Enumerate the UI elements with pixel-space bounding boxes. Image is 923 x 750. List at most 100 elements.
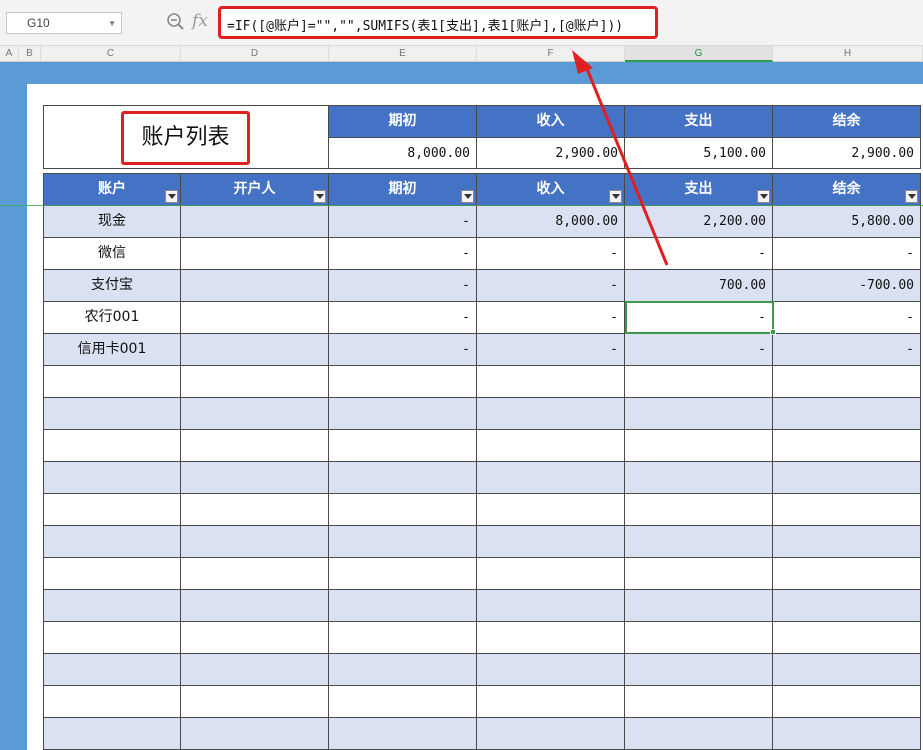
summary-value[interactable]: 2,900.00 bbox=[477, 138, 625, 169]
table-cell-owner[interactable] bbox=[181, 270, 329, 302]
table-cell-balance[interactable]: - bbox=[773, 302, 921, 334]
table-cell-opening[interactable]: - bbox=[329, 238, 477, 270]
table-cell-empty[interactable] bbox=[477, 622, 625, 654]
table-cell-empty[interactable] bbox=[477, 718, 625, 750]
table-cell-empty[interactable] bbox=[773, 654, 921, 686]
table-cell-income[interactable]: - bbox=[477, 302, 625, 334]
table-cell-empty[interactable] bbox=[477, 654, 625, 686]
table-cell-income[interactable]: - bbox=[477, 270, 625, 302]
table-cell-empty[interactable] bbox=[329, 526, 477, 558]
table-cell-owner[interactable] bbox=[181, 206, 329, 238]
table-cell-empty[interactable] bbox=[477, 494, 625, 526]
table-cell-empty[interactable] bbox=[773, 366, 921, 398]
function-icon[interactable]: fx bbox=[192, 11, 208, 31]
table-cell-empty[interactable] bbox=[329, 398, 477, 430]
table-cell-empty[interactable] bbox=[625, 654, 773, 686]
filter-dropdown-icon[interactable] bbox=[757, 190, 770, 203]
name-box[interactable]: G10 ▼ bbox=[6, 12, 122, 34]
table-cell-empty[interactable] bbox=[329, 686, 477, 718]
table-cell-empty[interactable] bbox=[43, 398, 181, 430]
table-cell-empty[interactable] bbox=[477, 398, 625, 430]
table-cell-balance[interactable]: 5,800.00 bbox=[773, 206, 921, 238]
table-cell-empty[interactable] bbox=[181, 526, 329, 558]
table-cell-empty[interactable] bbox=[773, 494, 921, 526]
table-cell-income[interactable]: - bbox=[477, 334, 625, 366]
table-cell-empty[interactable] bbox=[477, 558, 625, 590]
table-cell-empty[interactable] bbox=[773, 430, 921, 462]
table-cell-empty[interactable] bbox=[625, 430, 773, 462]
column-header-g[interactable]: G bbox=[625, 46, 773, 62]
table-cell-expense[interactable]: - bbox=[625, 334, 773, 366]
table-cell-empty[interactable] bbox=[43, 558, 181, 590]
table-cell-empty[interactable] bbox=[181, 430, 329, 462]
table-cell-account[interactable]: 信用卡001 bbox=[43, 334, 181, 366]
table-cell-empty[interactable] bbox=[477, 462, 625, 494]
table-cell-empty[interactable] bbox=[43, 622, 181, 654]
table-cell-empty[interactable] bbox=[625, 590, 773, 622]
filter-dropdown-icon[interactable] bbox=[905, 190, 918, 203]
formula-input[interactable]: =IF([@账户]="","",SUMIFS(表1[支出],表1[账户],[@账… bbox=[218, 6, 658, 39]
table-cell-empty[interactable] bbox=[181, 622, 329, 654]
table-cell-empty[interactable] bbox=[329, 622, 477, 654]
filter-dropdown-icon[interactable] bbox=[313, 190, 326, 203]
table-cell-empty[interactable] bbox=[625, 686, 773, 718]
table-cell-empty[interactable] bbox=[43, 526, 181, 558]
table-cell-income[interactable]: 8,000.00 bbox=[477, 206, 625, 238]
table-cell-owner[interactable] bbox=[181, 238, 329, 270]
table-cell-opening[interactable]: - bbox=[329, 302, 477, 334]
table-cell-empty[interactable] bbox=[773, 398, 921, 430]
column-header-c[interactable]: C bbox=[41, 46, 181, 62]
table-cell-empty[interactable] bbox=[625, 494, 773, 526]
column-header-b[interactable]: B bbox=[19, 46, 41, 62]
table-cell-opening[interactable]: - bbox=[329, 206, 477, 238]
table-cell-balance[interactable]: - bbox=[773, 238, 921, 270]
table-cell-empty[interactable] bbox=[329, 366, 477, 398]
table-cell-account[interactable]: 农行001 bbox=[43, 302, 181, 334]
table-cell-income[interactable]: - bbox=[477, 238, 625, 270]
table-cell-empty[interactable] bbox=[181, 718, 329, 750]
column-header-a[interactable]: A bbox=[0, 46, 19, 62]
table-cell-account[interactable]: 现金 bbox=[43, 206, 181, 238]
table-cell-empty[interactable] bbox=[43, 590, 181, 622]
table-cell-empty[interactable] bbox=[329, 494, 477, 526]
table-cell-empty[interactable] bbox=[773, 590, 921, 622]
table-cell-empty[interactable] bbox=[773, 526, 921, 558]
table-cell-empty[interactable] bbox=[181, 366, 329, 398]
column-header-f[interactable]: F bbox=[477, 46, 625, 62]
table-cell-empty[interactable] bbox=[181, 398, 329, 430]
zoom-icon[interactable] bbox=[166, 12, 186, 32]
summary-value[interactable]: 8,000.00 bbox=[329, 138, 477, 169]
table-cell-empty[interactable] bbox=[773, 462, 921, 494]
table-cell-empty[interactable] bbox=[625, 526, 773, 558]
table-cell-empty[interactable] bbox=[43, 686, 181, 718]
table-cell-empty[interactable] bbox=[773, 558, 921, 590]
table-cell-empty[interactable] bbox=[43, 430, 181, 462]
table-cell-empty[interactable] bbox=[329, 590, 477, 622]
table-cell-empty[interactable] bbox=[625, 398, 773, 430]
chevron-down-icon[interactable]: ▼ bbox=[108, 19, 116, 28]
table-cell-empty[interactable] bbox=[329, 654, 477, 686]
table-cell-empty[interactable] bbox=[43, 718, 181, 750]
table-cell-empty[interactable] bbox=[329, 462, 477, 494]
filter-dropdown-icon[interactable] bbox=[461, 190, 474, 203]
table-cell-empty[interactable] bbox=[477, 686, 625, 718]
summary-value[interactable]: 5,100.00 bbox=[625, 138, 773, 169]
table-cell-owner[interactable] bbox=[181, 334, 329, 366]
filter-dropdown-icon[interactable] bbox=[165, 190, 178, 203]
table-cell-empty[interactable] bbox=[625, 622, 773, 654]
table-cell-empty[interactable] bbox=[329, 558, 477, 590]
table-cell-empty[interactable] bbox=[625, 462, 773, 494]
table-cell-empty[interactable] bbox=[181, 686, 329, 718]
table-cell-empty[interactable] bbox=[181, 590, 329, 622]
table-cell-empty[interactable] bbox=[43, 462, 181, 494]
table-cell-empty[interactable] bbox=[477, 366, 625, 398]
table-cell-empty[interactable] bbox=[329, 718, 477, 750]
table-cell-empty[interactable] bbox=[181, 558, 329, 590]
table-cell-empty[interactable] bbox=[329, 430, 477, 462]
fill-handle[interactable] bbox=[770, 329, 776, 335]
table-cell-account[interactable]: 支付宝 bbox=[43, 270, 181, 302]
table-cell-empty[interactable] bbox=[477, 526, 625, 558]
table-cell-balance[interactable]: -700.00 bbox=[773, 270, 921, 302]
table-cell-expense[interactable]: 2,200.00 bbox=[625, 206, 773, 238]
table-cell-empty[interactable] bbox=[477, 590, 625, 622]
